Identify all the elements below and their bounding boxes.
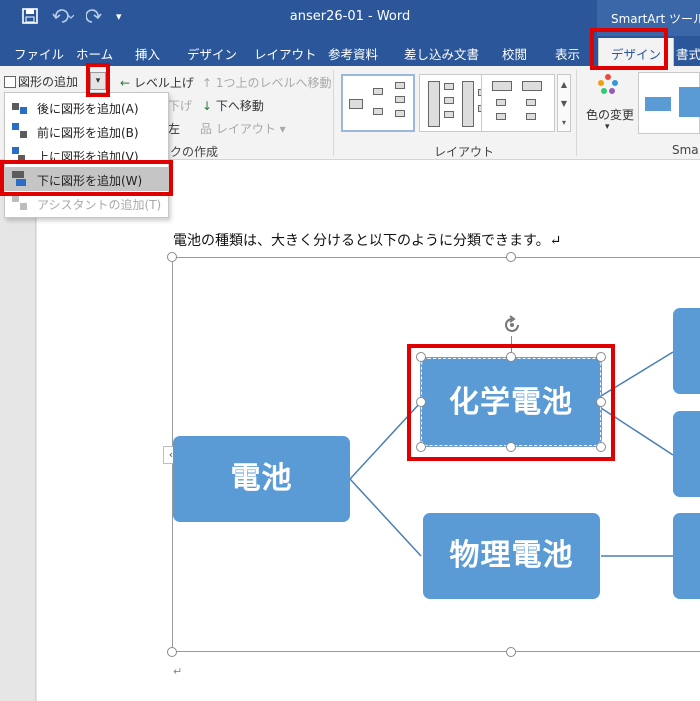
menu-item-label: 上に図形を追加(V): [37, 150, 139, 164]
add-before-icon: [12, 123, 28, 139]
node-root[interactable]: 電池: [173, 436, 350, 522]
add-above-icon: [12, 147, 28, 163]
menu-item-add-assistant[interactable]: アシスタントの追加(T): [5, 191, 168, 215]
shape-handle[interactable]: [416, 397, 426, 407]
node-chemical-battery[interactable]: 化学電池: [420, 357, 602, 447]
shape-handle[interactable]: [596, 397, 606, 407]
menu-item-label: 前に図形を追加(B): [37, 126, 139, 140]
menu-item-add-below[interactable]: 下に図形を追加(W): [5, 167, 168, 191]
add-below-icon: [12, 171, 28, 187]
node-grandchild[interactable]: [673, 411, 700, 497]
shape-handle[interactable]: [506, 352, 516, 362]
add-assistant-icon: [12, 195, 28, 211]
menu-item-add-after[interactable]: 後に図形を追加(A): [5, 95, 168, 119]
shape-handle[interactable]: [506, 442, 516, 452]
menu-item-label: 後に図形を追加(A): [37, 102, 139, 116]
node-grandchild[interactable]: [673, 513, 700, 599]
add-after-icon: [12, 99, 28, 115]
shape-handle[interactable]: [416, 442, 426, 452]
shape-handle[interactable]: [596, 352, 606, 362]
shape-handle[interactable]: [416, 352, 426, 362]
rotate-handle-stem: [511, 336, 512, 352]
add-shape-menu: 後に図形を追加(A) 前に図形を追加(B) 上に図形を追加(V) 下に図形を追加…: [4, 92, 169, 218]
menu-item-label: 下に図形を追加(W): [37, 174, 143, 188]
menu-item-add-above[interactable]: 上に図形を追加(V): [5, 143, 168, 167]
menu-item-label: アシスタントの追加(T): [37, 198, 162, 212]
rotate-handle-icon[interactable]: [500, 313, 524, 340]
node-physical-battery[interactable]: 物理電池: [423, 513, 600, 599]
node-grandchild[interactable]: [673, 308, 700, 394]
menu-item-add-before[interactable]: 前に図形を追加(B): [5, 119, 168, 143]
shape-handle[interactable]: [596, 442, 606, 452]
